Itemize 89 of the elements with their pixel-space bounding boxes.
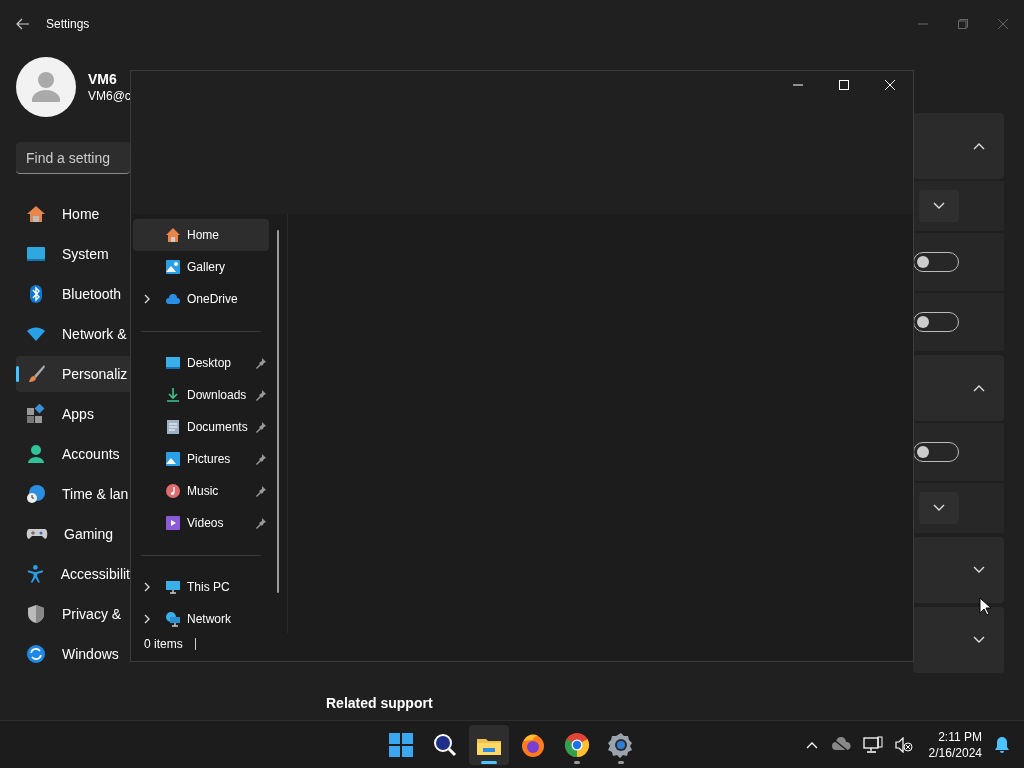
nav-item[interactable]: Gaming xyxy=(16,516,130,552)
selection-indicator xyxy=(16,366,19,382)
taskbar-app-button[interactable] xyxy=(469,724,509,765)
nav-item[interactable]: Videos xyxy=(133,507,269,539)
dropdown[interactable] xyxy=(919,492,959,524)
nav-item[interactable]: Music xyxy=(133,475,269,507)
image-icon xyxy=(165,259,181,275)
chevron-down-icon xyxy=(933,504,945,512)
cloud-icon xyxy=(165,291,181,307)
refresh-icon xyxy=(26,644,46,664)
gear-icon xyxy=(608,731,634,758)
section-heading: Related support xyxy=(326,695,434,711)
chevron-down-icon xyxy=(933,202,945,210)
nav-item[interactable]: Gallery xyxy=(133,251,269,283)
pin-icon xyxy=(255,421,267,433)
user-email: VM6@c xyxy=(88,89,131,103)
download-icon xyxy=(165,387,181,403)
nav-item[interactable]: Network & xyxy=(16,316,130,352)
nav-item[interactable]: Bluetooth xyxy=(16,276,130,312)
nav-item[interactable]: This PC xyxy=(133,571,269,603)
apps-icon xyxy=(26,404,46,424)
restore-icon xyxy=(958,19,968,29)
nav-item[interactable]: Accessibilit xyxy=(16,556,130,592)
globe-clock-icon xyxy=(26,484,46,504)
nav-item[interactable]: Privacy & xyxy=(16,596,130,632)
chevron-down-icon xyxy=(973,566,985,574)
search-icon xyxy=(433,732,457,757)
speaker-muted-icon xyxy=(894,736,913,753)
nav-item[interactable]: Documents xyxy=(133,411,269,443)
chevron-right-icon xyxy=(143,294,151,304)
chevron-up-icon xyxy=(973,384,985,392)
computer-icon xyxy=(165,579,181,595)
nav-item[interactable]: Apps xyxy=(16,396,130,432)
chevron-right-icon xyxy=(143,614,151,624)
close-icon xyxy=(998,19,1008,29)
clock-date[interactable]: 2/16/2024 xyxy=(928,744,982,761)
scrollbar[interactable] xyxy=(277,230,279,593)
nav-item[interactable]: Time & lan xyxy=(16,476,130,512)
document-icon xyxy=(165,419,181,435)
search-field[interactable]: Find a setting xyxy=(16,142,130,174)
nav-item[interactable]: Home xyxy=(133,219,269,251)
nav-item[interactable]: Home xyxy=(16,196,130,232)
chevron-up-icon xyxy=(973,142,985,150)
nav-item[interactable]: OneDrive xyxy=(133,283,269,315)
pin-icon xyxy=(255,485,267,497)
cloud-off-icon xyxy=(830,736,851,753)
nav-item[interactable]: Accounts xyxy=(16,436,130,472)
pin-icon xyxy=(255,517,267,529)
bell-icon xyxy=(994,735,1010,754)
back-arrow-icon xyxy=(16,18,30,30)
chevron-down-icon xyxy=(973,636,985,644)
nav-item[interactable]: Desktop xyxy=(133,347,269,379)
house-icon xyxy=(26,204,46,224)
running-indicator xyxy=(481,760,497,764)
running-indicator xyxy=(618,760,624,764)
video-icon xyxy=(165,515,181,531)
nav-item[interactable]: Personaliz xyxy=(16,356,130,392)
nav-item[interactable]: Windows xyxy=(16,636,130,672)
window-title: Settings xyxy=(46,17,90,31)
accessibility-icon xyxy=(26,564,45,584)
desktop-icon xyxy=(165,355,181,371)
chrome-icon xyxy=(564,731,590,758)
close-icon xyxy=(885,80,895,90)
monitor-icon xyxy=(26,244,46,264)
nav-item[interactable]: Pictures xyxy=(133,443,269,475)
running-indicator xyxy=(574,760,580,764)
dropdown[interactable] xyxy=(919,190,959,222)
nav-item[interactable]: Downloads xyxy=(133,379,269,411)
pin-icon xyxy=(255,357,267,369)
windows-logo-icon xyxy=(389,732,413,757)
chevron-right-icon xyxy=(143,582,151,592)
nav-item[interactable]: System xyxy=(16,236,130,272)
house-icon xyxy=(165,227,181,243)
paintbrush-icon xyxy=(26,364,46,384)
pin-icon xyxy=(255,453,267,465)
pin-icon xyxy=(255,389,267,401)
clock-time[interactable]: 2:11 PM xyxy=(938,728,982,745)
person-icon xyxy=(26,444,46,464)
network-wired-icon xyxy=(862,735,883,754)
maximize-icon xyxy=(839,80,849,90)
cursor-icon xyxy=(979,597,991,616)
shield-icon xyxy=(26,604,46,624)
status-text: 0 items xyxy=(144,637,183,651)
picture-icon xyxy=(165,451,181,467)
network-icon xyxy=(165,611,181,627)
user-name: VM6 xyxy=(88,71,118,87)
music-icon xyxy=(165,483,181,499)
person-silhouette-icon xyxy=(29,70,63,104)
nav-item[interactable]: Network xyxy=(133,603,269,635)
